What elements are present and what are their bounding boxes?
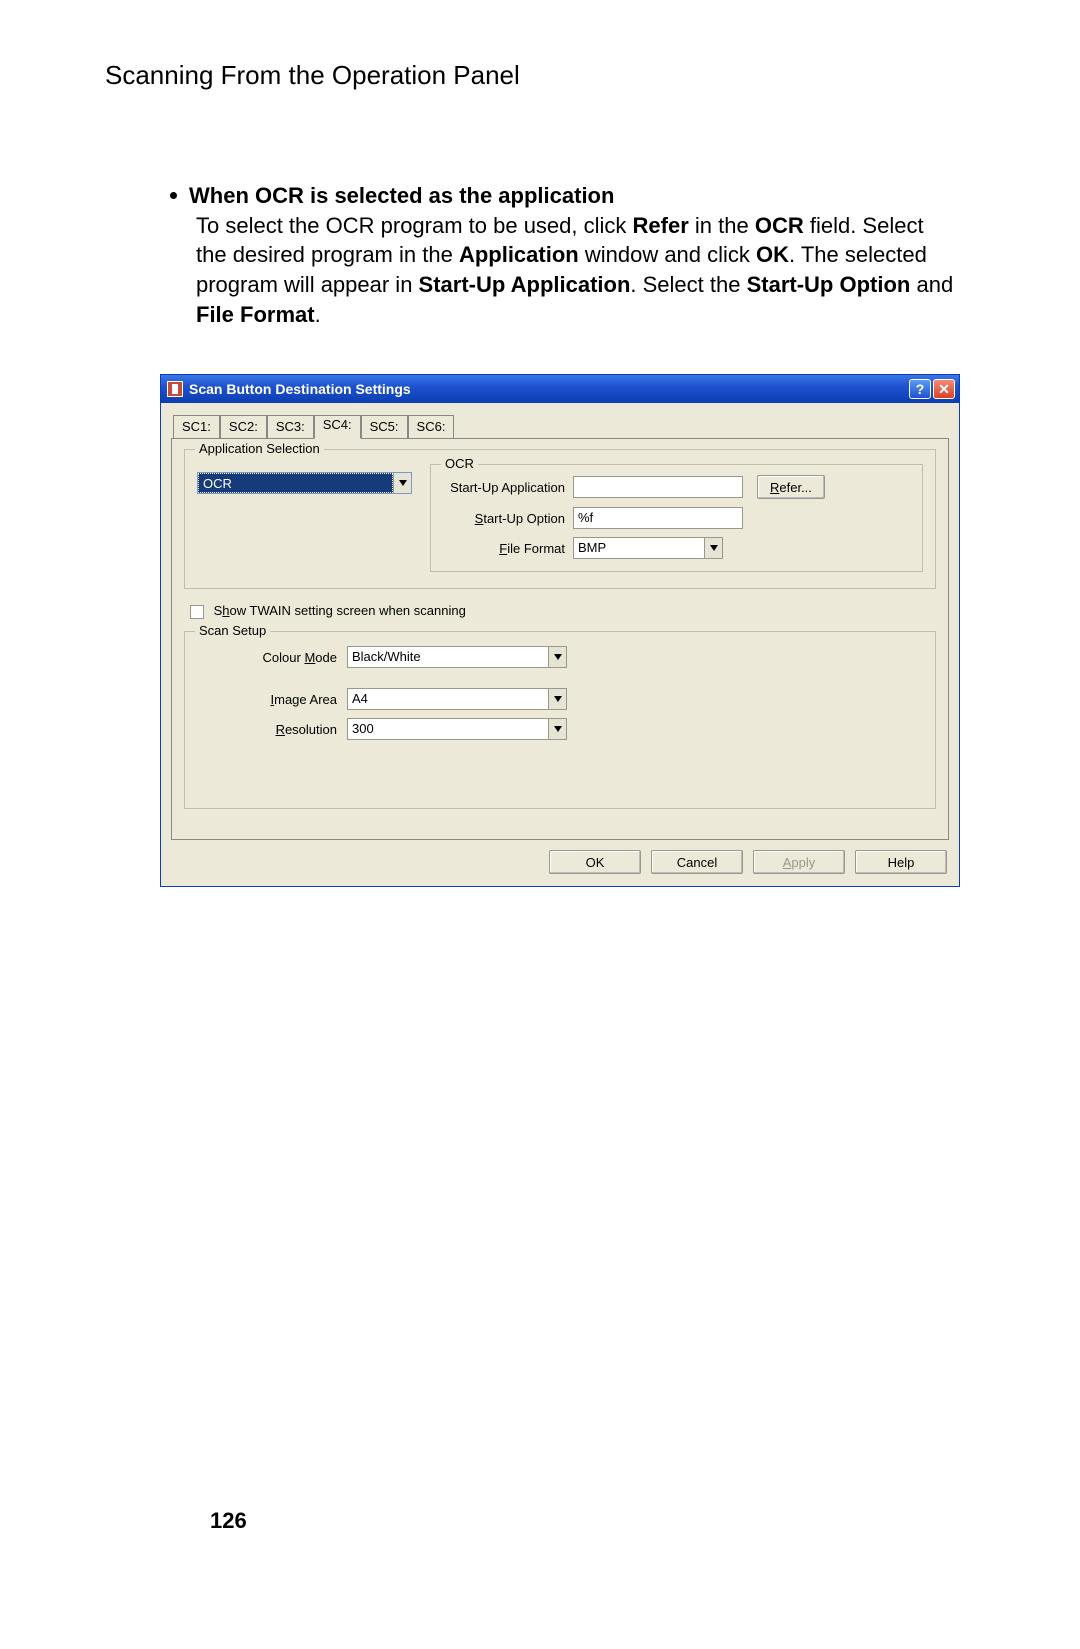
app-icon <box>167 381 183 397</box>
application-dropdown-value: OCR <box>198 473 393 493</box>
tab-sc5[interactable]: SC5: <box>361 415 408 439</box>
application-dropdown[interactable]: OCR <box>197 472 412 494</box>
close-icon[interactable]: ✕ <box>933 379 955 399</box>
tab-panel: Application Selection OCR OCR Start-Up A… <box>171 438 949 840</box>
bullet-icon <box>170 192 177 199</box>
chevron-down-icon <box>548 647 566 667</box>
page-title: Scanning From the Operation Panel <box>105 60 975 91</box>
startup-option-label: Start-Up Option <box>443 511 573 526</box>
help-icon[interactable]: ? <box>909 379 931 399</box>
colour-mode-label: Colour Mode <box>197 650 347 665</box>
dialog-window: Scan Button Destination Settings ? ✕ SC1… <box>160 374 960 887</box>
startup-application-field[interactable] <box>573 476 743 498</box>
startup-option-field[interactable]: %f <box>573 507 743 529</box>
colour-mode-dropdown[interactable]: Black/White <box>347 646 567 668</box>
tab-sc1[interactable]: SC1: <box>173 415 220 439</box>
scan-setup-legend: Scan Setup <box>195 623 270 638</box>
ocr-group: OCR Start-Up Application Refer... Start-… <box>430 464 923 572</box>
colour-mode-value: Black/White <box>348 647 548 667</box>
tab-strip: SC1: SC2: SC3: SC4: SC5: SC6: <box>171 415 949 439</box>
dialog-title: Scan Button Destination Settings <box>189 381 909 397</box>
scan-setup-group: Scan Setup Colour Mode Black/White Image… <box>184 631 936 809</box>
ocr-legend: OCR <box>441 456 478 471</box>
image-area-value: A4 <box>348 689 548 709</box>
resolution-label: Resolution <box>197 722 347 737</box>
resolution-dropdown[interactable]: 300 <box>347 718 567 740</box>
startup-application-label: Start-Up Application <box>443 480 573 495</box>
twain-checkbox[interactable] <box>190 605 204 619</box>
chevron-down-icon <box>393 473 411 493</box>
body-text: When OCR is selected as the application … <box>170 181 960 329</box>
ok-button[interactable]: OK <box>549 850 641 874</box>
tab-sc3[interactable]: SC3: <box>267 415 314 439</box>
image-area-dropdown[interactable]: A4 <box>347 688 567 710</box>
apply-button[interactable]: Apply <box>753 850 845 874</box>
application-selection-legend: Application Selection <box>195 441 324 456</box>
chevron-down-icon <box>704 538 722 558</box>
tab-sc6[interactable]: SC6: <box>408 415 455 439</box>
tab-sc2[interactable]: SC2: <box>220 415 267 439</box>
file-format-value: BMP <box>574 538 704 558</box>
page-number: 126 <box>210 1508 247 1534</box>
chevron-down-icon <box>548 719 566 739</box>
twain-checkbox-label: Show TWAIN setting screen when scanning <box>214 603 466 618</box>
chevron-down-icon <box>548 689 566 709</box>
cancel-button[interactable]: Cancel <box>651 850 743 874</box>
resolution-value: 300 <box>348 719 548 739</box>
tab-sc4[interactable]: SC4: <box>314 415 361 439</box>
refer-button[interactable]: Refer... <box>757 475 825 499</box>
application-selection-group: Application Selection OCR OCR Start-Up A… <box>184 449 936 589</box>
bullet-heading: When OCR is selected as the application <box>189 183 614 208</box>
twain-checkbox-row[interactable]: Show TWAIN setting screen when scanning <box>190 603 936 619</box>
help-button[interactable]: Help <box>855 850 947 874</box>
titlebar[interactable]: Scan Button Destination Settings ? ✕ <box>161 375 959 403</box>
image-area-label: Image Area <box>197 692 347 707</box>
file-format-dropdown[interactable]: BMP <box>573 537 723 559</box>
file-format-label: File Format <box>443 541 573 556</box>
description-paragraph: To select the OCR program to be used, cl… <box>196 211 960 330</box>
